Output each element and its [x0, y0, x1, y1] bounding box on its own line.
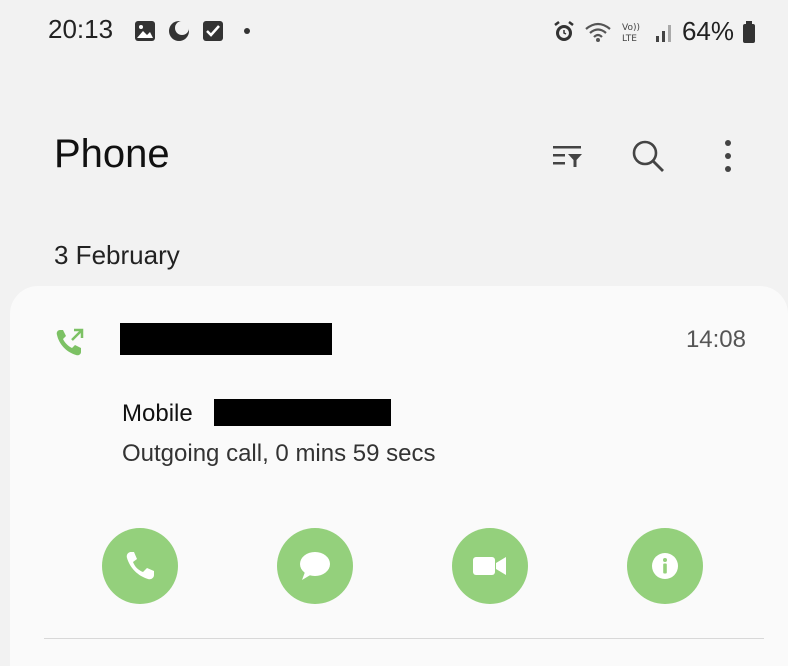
search-icon — [632, 140, 664, 172]
status-time: 20:13 — [48, 14, 114, 44]
search-button[interactable] — [628, 136, 668, 176]
page-title: Phone — [54, 132, 170, 176]
date-header: 3 February — [54, 240, 180, 270]
outgoing-call-icon — [56, 328, 84, 356]
call-button[interactable] — [102, 528, 178, 604]
signal-icon — [655, 24, 671, 42]
info-button[interactable] — [627, 528, 703, 604]
battery-percentage: 64% — [681, 16, 734, 46]
message-button[interactable] — [277, 528, 353, 604]
redacted-contact-name — [120, 323, 332, 355]
divider — [44, 638, 764, 639]
call-icon — [126, 552, 154, 580]
more-options-icon — [725, 140, 731, 172]
video-call-button[interactable] — [452, 528, 528, 604]
gallery-icon — [135, 21, 155, 41]
status-left-icons — [134, 20, 250, 42]
alarm-icon — [554, 20, 574, 41]
number-type-label: Mobile — [122, 400, 193, 427]
wifi-icon — [585, 22, 611, 42]
volte-icon: Vo)) LTE — [622, 23, 640, 44]
status-bar: 20:13 Vo)) LTE 64% — [0, 0, 788, 64]
call-log-entry[interactable]: 14:08 Mobile Outgoing call, 0 mins 59 se… — [10, 286, 788, 666]
more-options-button[interactable] — [708, 136, 748, 176]
call-actions — [102, 528, 703, 604]
filter-button[interactable] — [548, 136, 588, 176]
toolbar — [548, 136, 748, 176]
redacted-phone-number — [214, 399, 391, 426]
filter-icon — [553, 146, 582, 167]
battery-icon — [743, 20, 755, 43]
video-call-icon — [473, 557, 506, 575]
dot-icon — [244, 28, 250, 34]
moon-icon — [169, 21, 189, 41]
call-time: 14:08 — [685, 326, 746, 353]
svg-text:Vo)): Vo)) — [622, 23, 640, 33]
info-icon — [652, 553, 678, 579]
message-icon — [300, 552, 330, 580]
status-right: Vo)) LTE 64% — [552, 16, 756, 47]
call-detail: Outgoing call, 0 mins 59 secs — [122, 440, 436, 467]
checkbox-icon — [203, 21, 223, 41]
svg-text:LTE: LTE — [622, 34, 637, 44]
